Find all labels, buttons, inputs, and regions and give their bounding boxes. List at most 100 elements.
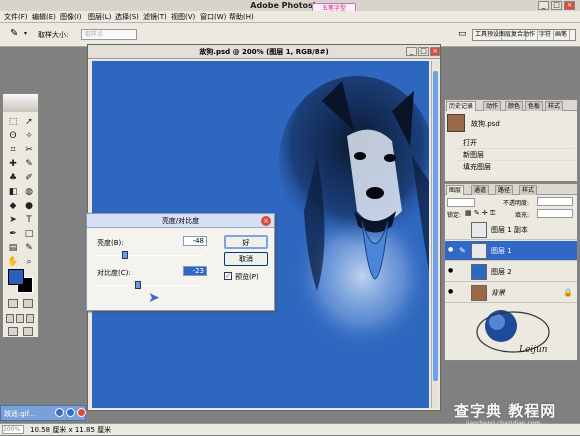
opacity-label: 不透明度: — [503, 200, 530, 207]
doc-maximize-button[interactable]: □ — [418, 47, 429, 56]
blur-tool-icon[interactable]: ◆ — [6, 200, 20, 212]
restore-icon[interactable] — [55, 408, 64, 417]
tab-paths[interactable]: 路径 — [495, 185, 514, 195]
feather-logo-icon[interactable] — [3, 94, 38, 112]
pen-tool-icon[interactable]: ✒ — [6, 228, 20, 240]
doc-minimize-button[interactable]: _ — [406, 47, 417, 56]
opacity-input[interactable] — [537, 197, 573, 206]
dodge-tool-icon[interactable]: ● — [22, 200, 36, 212]
layer-row[interactable]: ● 图层 2 — [445, 262, 577, 282]
snapshot-name[interactable]: 故狗.psd — [471, 119, 500, 129]
hand-tool-icon[interactable]: ✋ — [6, 256, 20, 268]
screen-mode-standard-icon[interactable] — [6, 314, 14, 323]
layer-row[interactable]: ● 背景 🔒 — [445, 283, 577, 303]
magic-wand-icon[interactable]: ✧ — [22, 130, 36, 142]
tab-channels[interactable]: 通道 — [471, 185, 490, 195]
brush-tool-icon[interactable]: ✎ — [22, 158, 36, 170]
blend-mode-select[interactable] — [447, 198, 475, 207]
eye-icon[interactable]: ● — [448, 268, 454, 274]
tab-styles[interactable]: 样式 — [545, 101, 564, 111]
menu-help[interactable]: 帮助(H) — [229, 11, 254, 23]
minimized-window[interactable]: 故适.gif... — [0, 405, 86, 421]
eyedropper-icon[interactable]: ✎ — [10, 28, 18, 39]
preview-checkbox[interactable]: ✓ — [224, 272, 232, 280]
maximize-button[interactable]: □ — [551, 1, 562, 10]
paint-bucket-icon[interactable]: ◍ — [22, 186, 36, 198]
ok-button[interactable]: 好 — [224, 235, 268, 249]
sample-size-select[interactable]: 取样点 — [81, 29, 137, 40]
edit-in-imageready-icon[interactable] — [23, 327, 33, 336]
menu-edit[interactable]: 编辑(E) — [32, 11, 56, 23]
vertical-scrollbar[interactable] — [431, 61, 439, 408]
document-title[interactable]: 故狗.psd @ 200% (图层 1, RGB/8#) — [88, 45, 440, 59]
close-icon[interactable] — [77, 408, 86, 417]
doc-close-button[interactable]: × — [430, 47, 440, 56]
history-item[interactable]: 打开 — [457, 138, 575, 149]
history-brush-icon[interactable]: ✐ — [22, 172, 36, 184]
menu-filter[interactable]: 滤镜(T) — [143, 11, 167, 23]
zoom-field[interactable]: 200% — [2, 425, 24, 434]
minimize-button[interactable]: _ — [538, 1, 549, 10]
quick-mask-icon[interactable] — [23, 299, 33, 308]
brightness-input[interactable]: -48 — [183, 236, 207, 246]
fill-input[interactable] — [537, 209, 573, 218]
eraser-tool-icon[interactable]: ◧ — [6, 186, 20, 198]
move-tool-icon[interactable]: ➚ — [22, 116, 36, 128]
maximize-icon[interactable] — [66, 408, 75, 417]
slice-tool-icon[interactable]: ✂ — [22, 144, 36, 156]
tab-layer-styles[interactable]: 样式 — [519, 185, 538, 195]
layer-row[interactable]: ● ✎ 图层 1 — [445, 241, 577, 261]
type-tool-icon[interactable]: T — [22, 214, 36, 226]
menu-view[interactable]: 视图(V) — [171, 11, 195, 23]
foreground-color-swatch[interactable] — [8, 269, 24, 285]
shape-tool-icon[interactable]: □ — [22, 228, 36, 240]
zoom-tool-icon[interactable]: ⌕ — [22, 256, 36, 268]
healing-brush-icon[interactable]: ✚ — [6, 158, 20, 170]
crop-tool-icon[interactable]: ⌗ — [6, 144, 20, 156]
lasso-tool-icon[interactable]: ʘ — [6, 130, 20, 142]
clone-stamp-icon[interactable]: ♣ — [6, 172, 20, 184]
contrast-input[interactable]: -23 — [183, 266, 207, 276]
marquee-tool-icon[interactable]: ⬚ — [6, 116, 20, 128]
tab-layers[interactable]: 图层 — [446, 185, 465, 195]
toolbox: ⬚ ➚ ʘ ✧ ⌗ ✂ ✚ ✎ ♣ ✐ ◧ ◍ ◆ ● ➤ T ✒ □ ▤ ✎ … — [2, 93, 39, 338]
layers-panel: 图层 通道 路径 样式 不透明度: 锁定: ▦ ✎ ✛ ⚿ 填充: 图层 1 副… — [444, 183, 578, 361]
menu-select[interactable]: 选择(S) — [115, 11, 139, 23]
history-item[interactable]: 填充图层 — [457, 162, 575, 173]
contrast-slider-thumb[interactable] — [134, 281, 141, 289]
jump-to-imageready-icon[interactable] — [8, 327, 18, 336]
eyedropper-tool-icon[interactable]: ✎ — [22, 242, 36, 254]
tab-history[interactable]: 历史记录 — [446, 101, 477, 111]
eye-icon[interactable]: ● — [448, 289, 454, 295]
notes-tool-icon[interactable]: ▤ — [6, 242, 20, 254]
tab-brushes[interactable]: 画笔 — [553, 30, 571, 40]
scrollbar-thumb[interactable] — [433, 71, 438, 381]
chevron-down-icon[interactable]: ▾ — [24, 30, 27, 37]
standard-mode-icon[interactable] — [8, 299, 18, 308]
menu-layer[interactable]: 图层(L) — [88, 11, 111, 23]
tab-color[interactable]: 颜色 — [505, 101, 524, 111]
eye-icon[interactable]: ● — [448, 247, 454, 253]
tab-actions[interactable]: 动作 — [521, 30, 539, 40]
dialog-title[interactable]: 亮度/对比度 — [87, 214, 274, 228]
layer-row[interactable]: 图层 1 副本 — [445, 220, 577, 240]
contrast-slider-track[interactable] — [97, 285, 203, 286]
screen-mode-full-icon[interactable] — [26, 314, 34, 323]
path-select-icon[interactable]: ➤ — [6, 214, 20, 226]
tab-character[interactable]: 字符 — [537, 30, 555, 40]
history-item[interactable]: 新图层 — [457, 150, 575, 161]
close-button[interactable]: × — [564, 1, 575, 10]
lock-icon[interactable]: ▦ ✎ ✛ ⚿ — [465, 209, 495, 218]
document-icon[interactable]: ▭ — [458, 29, 467, 39]
menu-file[interactable]: 文件(F) — [4, 11, 28, 23]
menu-window[interactable]: 窗口(W) — [200, 11, 226, 23]
brightness-slider-thumb[interactable] — [121, 251, 128, 259]
screen-mode-full-menu-icon[interactable] — [16, 314, 24, 323]
tab-actions-panel[interactable]: 动作 — [483, 101, 502, 111]
dialog-close-icon[interactable]: × — [261, 216, 271, 226]
menu-image[interactable]: 图像(I) — [60, 11, 82, 23]
tab-swatches[interactable]: 色板 — [525, 101, 544, 111]
snapshot-thumbnail[interactable] — [447, 114, 465, 132]
cancel-button[interactable]: 取消 — [224, 252, 268, 266]
brightness-slider-track[interactable] — [97, 255, 203, 256]
